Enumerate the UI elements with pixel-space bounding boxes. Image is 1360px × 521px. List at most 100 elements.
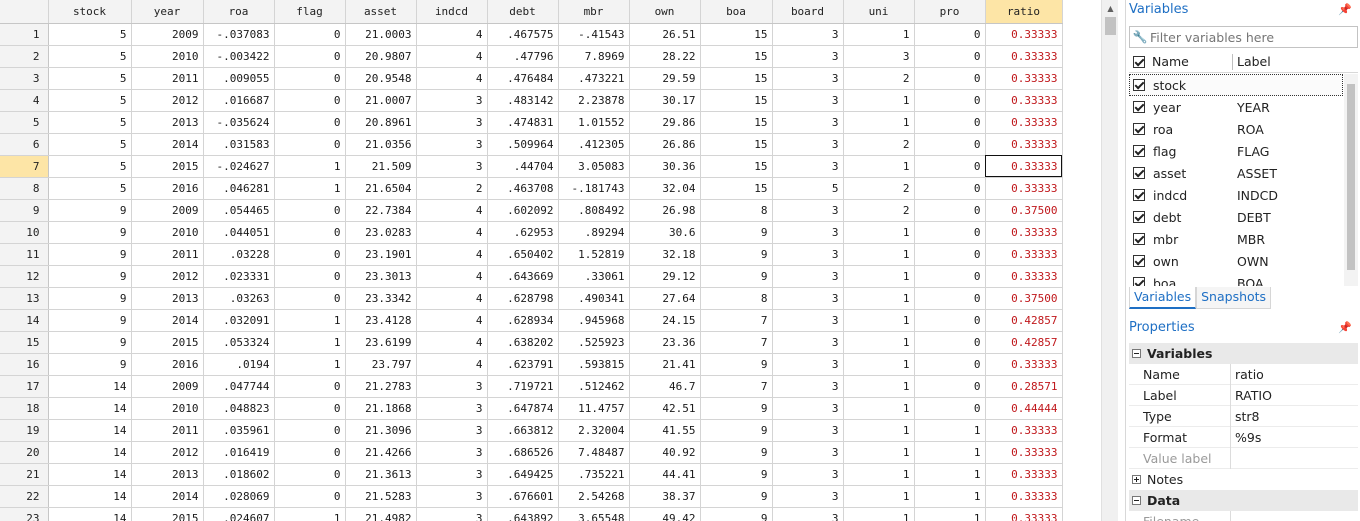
cell-own[interactable]: 41.55 [629, 419, 701, 442]
variables-list-scrollbar[interactable] [1344, 74, 1358, 286]
cell-own[interactable]: 32.04 [629, 177, 701, 200]
cell-board[interactable]: 5 [772, 177, 844, 200]
variable-checkbox[interactable] [1133, 79, 1145, 91]
cell-uni[interactable]: 1 [843, 375, 915, 398]
cell-stock[interactable]: 9 [48, 331, 132, 354]
cell-pro[interactable]: 0 [914, 89, 986, 112]
column-header-board[interactable]: board [772, 0, 844, 24]
cell-board[interactable]: 3 [772, 45, 844, 68]
property-value[interactable]: RATIO [1231, 388, 1272, 403]
cell-roa[interactable]: .03228 [203, 243, 275, 266]
variables-list[interactable]: stock year YEAR roa ROA flag FLAG asset ASSET ind… [1129, 74, 1343, 286]
cell-flag[interactable]: 1 [274, 331, 346, 354]
cell-ratio[interactable]: 0.37500 [985, 199, 1063, 222]
cell-uni[interactable]: 1 [843, 287, 915, 310]
cell-flag[interactable]: 0 [274, 23, 346, 46]
cell-pro[interactable]: 0 [914, 177, 986, 200]
cell-ratio[interactable]: 0.33333 [985, 23, 1063, 46]
cell-own[interactable]: 26.86 [629, 133, 701, 156]
cell-uni[interactable]: 1 [843, 419, 915, 442]
variable-checkbox[interactable] [1133, 123, 1145, 135]
cell-year[interactable]: 2010 [131, 397, 204, 420]
cell-roa[interactable]: .023331 [203, 265, 275, 288]
column-header-ratio[interactable]: ratio [985, 0, 1063, 24]
name-column-header[interactable]: Name [1152, 54, 1232, 69]
table-row[interactable]: 16 9 2016.0194 1 23.797 4.623791.593815 21.41 9… [0, 353, 1063, 376]
cell-year[interactable]: 2014 [131, 309, 204, 332]
cell-boa[interactable]: 8 [700, 199, 773, 222]
cell-ratio[interactable]: 0.42857 [985, 309, 1063, 332]
cell-boa[interactable]: 9 [700, 441, 773, 464]
cell-pro[interactable]: 0 [914, 133, 986, 156]
cell-pro[interactable]: 1 [914, 441, 986, 464]
cell-board[interactable]: 3 [772, 353, 844, 376]
cell-indcd[interactable]: 4 [416, 23, 488, 46]
row-number[interactable]: 2 [0, 45, 49, 68]
cell-ratio[interactable]: 0.33333 [985, 419, 1063, 442]
scrollbar-thumb[interactable] [1105, 17, 1116, 35]
variable-item-debt[interactable]: debt DEBT [1129, 206, 1343, 228]
cell-board[interactable]: 3 [772, 507, 844, 521]
cell-own[interactable]: 29.12 [629, 265, 701, 288]
cell-asset[interactable]: 23.3013 [345, 265, 417, 288]
cell-indcd[interactable]: 4 [416, 331, 488, 354]
cell-own[interactable]: 38.37 [629, 485, 701, 508]
cell-uni[interactable]: 1 [843, 265, 915, 288]
variable-checkbox[interactable] [1133, 189, 1145, 201]
cell-board[interactable]: 3 [772, 463, 844, 486]
table-row[interactable]: 15 9 2015.053324 1 23.6199 4.638202.525923 23.… [0, 331, 1063, 354]
cell-debt[interactable]: .62953 [487, 221, 559, 244]
cell-stock[interactable]: 5 [48, 89, 132, 112]
property-value[interactable]: %9s [1231, 430, 1261, 445]
column-header-flag[interactable]: flag [274, 0, 346, 24]
cell-boa[interactable]: 9 [700, 463, 773, 486]
cell-uni[interactable]: 1 [843, 23, 915, 46]
cell-roa[interactable]: .028069 [203, 485, 275, 508]
table-row[interactable]: 11 9 2011.03228 0 23.1901 4.650402 1.52819 32.1… [0, 243, 1063, 266]
column-header-debt[interactable]: debt [487, 0, 559, 24]
variable-item-asset[interactable]: asset ASSET [1129, 162, 1343, 184]
cell-flag[interactable]: 0 [274, 67, 346, 90]
notes-row[interactable]: Notes [1129, 469, 1358, 490]
variable-item-flag[interactable]: flag FLAG [1129, 140, 1343, 162]
variable-checkbox[interactable] [1133, 211, 1145, 223]
property-row-value-label[interactable]: Value label [1129, 447, 1358, 469]
variable-checkbox[interactable] [1133, 255, 1145, 267]
variable-item-year[interactable]: year YEAR [1129, 96, 1343, 118]
cell-board[interactable]: 3 [772, 441, 844, 464]
cell-year[interactable]: 2011 [131, 67, 204, 90]
cell-roa[interactable]: .016419 [203, 441, 275, 464]
cell-roa[interactable]: .035961 [203, 419, 275, 442]
cell-ratio[interactable]: 0.44444 [985, 397, 1063, 420]
cell-roa[interactable]: .046281 [203, 177, 275, 200]
cell-board[interactable]: 3 [772, 397, 844, 420]
collapse-icon[interactable] [1132, 349, 1141, 358]
cell-pro[interactable]: 0 [914, 221, 986, 244]
cell-stock[interactable]: 9 [48, 353, 132, 376]
cell-year[interactable]: 2016 [131, 177, 204, 200]
collapse-icon[interactable] [1132, 496, 1141, 505]
row-number[interactable]: 1 [0, 23, 49, 46]
cell-ratio[interactable]: 0.33333 [985, 265, 1063, 288]
cell-indcd[interactable]: 4 [416, 353, 488, 376]
property-value[interactable]: str8 [1231, 409, 1260, 424]
cell-debt[interactable]: .628798 [487, 287, 559, 310]
table-row[interactable]: 13 9 2013.03263 0 23.3342 4.628798.490341 27.6… [0, 287, 1063, 310]
cell-uni[interactable]: 1 [843, 89, 915, 112]
cell-pro[interactable]: 0 [914, 23, 986, 46]
cell-mbr[interactable]: 3.65548 [558, 507, 630, 521]
select-all-checkbox[interactable] [1133, 55, 1145, 68]
cell-asset[interactable]: 21.0007 [345, 89, 417, 112]
cell-indcd[interactable]: 4 [416, 243, 488, 266]
property-value[interactable]: ratio [1231, 367, 1264, 382]
cell-board[interactable]: 3 [772, 243, 844, 266]
label-column-header[interactable]: Label [1237, 54, 1271, 69]
cell-boa[interactable]: 9 [700, 485, 773, 508]
table-row[interactable]: 10 9 2010.044051 0 23.0283 4.62953.89294 30.6 9… [0, 221, 1063, 244]
cell-mbr[interactable]: .525923 [558, 331, 630, 354]
cell-pro[interactable]: 1 [914, 419, 986, 442]
cell-pro[interactable]: 0 [914, 375, 986, 398]
cell-board[interactable]: 3 [772, 419, 844, 442]
cell-mbr[interactable]: -.181743 [558, 177, 630, 200]
cell-year[interactable]: 2011 [131, 243, 204, 266]
